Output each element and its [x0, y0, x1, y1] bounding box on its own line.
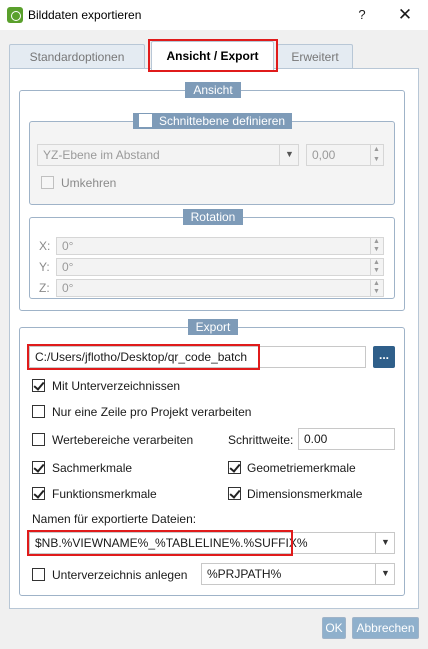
nur-eine-zeile-checkbox[interactable]: [32, 405, 45, 418]
cancel-button[interactable]: Abbrechen: [352, 617, 419, 639]
unterverzeichnis-label: Unterverzeichnis anlegen: [52, 568, 188, 582]
rotation-z-label: Z:: [39, 281, 50, 295]
app-icon: [7, 7, 23, 23]
unterverzeichnis-checkbox[interactable]: [32, 568, 45, 581]
schnittebene-checkbox[interactable]: [139, 114, 152, 127]
unterverzeichnis-select[interactable]: %PRJPATH%: [201, 563, 395, 585]
geometriemerkmale-checkbox[interactable]: [228, 461, 241, 474]
help-button[interactable]: ?: [352, 4, 372, 26]
rotation-x-input[interactable]: 0°: [56, 237, 384, 255]
browse-button[interactable]: ...: [373, 346, 395, 368]
ok-button[interactable]: OK: [322, 617, 346, 639]
nur-eine-zeile-label: Nur eine Zeile pro Projekt verarbeiten: [52, 405, 252, 419]
chevron-down-icon[interactable]: ▼: [375, 563, 395, 585]
wertebereiche-checkbox[interactable]: [32, 433, 45, 446]
rotation-z-input[interactable]: 0°: [56, 279, 384, 297]
ansicht-group-title: Ansicht: [185, 82, 241, 98]
tab-erweitert[interactable]: Erweitert: [277, 44, 353, 70]
distance-spinner[interactable]: ▲ ▼: [370, 145, 382, 165]
schnittebene-select[interactable]: YZ-Ebene im Abstand: [37, 144, 299, 166]
geometriemerkmale-label: Geometriemerkmale: [247, 461, 356, 475]
rotation-y-label: Y:: [39, 260, 50, 274]
umkehren-label: Umkehren: [61, 176, 117, 190]
wertebereiche-label: Wertebereiche verarbeiten: [52, 433, 194, 447]
rotation-z-spinner[interactable]: ▲ ▼: [370, 280, 382, 296]
rotation-y-input[interactable]: 0°: [56, 258, 384, 276]
path-highlight: [27, 344, 260, 370]
namen-highlight: [27, 530, 293, 556]
dimensionsmerkmale-label: Dimensionsmerkmale: [247, 487, 363, 501]
window-title: Bilddaten exportieren: [28, 8, 142, 22]
chevron-down-icon[interactable]: ▼: [375, 532, 395, 554]
rotation-x-spinner[interactable]: ▲ ▼: [370, 238, 382, 254]
close-button[interactable]: ✕: [394, 4, 416, 26]
chevron-down-icon[interactable]: ▼: [279, 144, 299, 166]
mit-unterverzeichnissen-label: Mit Unterverzeichnissen: [52, 379, 181, 393]
rotation-y-spinner[interactable]: ▲ ▼: [370, 259, 382, 275]
tab-highlight: [148, 39, 278, 72]
sachmerkmale-checkbox[interactable]: [32, 461, 45, 474]
schrittweite-input[interactable]: 0.00: [298, 428, 395, 450]
export-group-title: Export: [188, 319, 238, 335]
funktionsmerkmale-checkbox[interactable]: [32, 487, 45, 500]
dimensionsmerkmale-checkbox[interactable]: [228, 487, 241, 500]
namen-label: Namen für exportierte Dateien:: [32, 512, 197, 526]
umkehren-checkbox[interactable]: [41, 176, 54, 189]
rotation-x-label: X:: [39, 239, 51, 253]
rotation-title: Rotation: [183, 209, 243, 225]
mit-unterverzeichnissen-checkbox[interactable]: [32, 379, 45, 392]
sachmerkmale-label: Sachmerkmale: [52, 461, 133, 475]
schnittebene-title: Schnittebene definieren: [133, 113, 292, 129]
tab-standardoptionen[interactable]: Standardoptionen: [9, 44, 145, 70]
schrittweite-label: Schrittweite:: [228, 433, 294, 447]
funktionsmerkmale-label: Funktionsmerkmale: [52, 487, 157, 501]
